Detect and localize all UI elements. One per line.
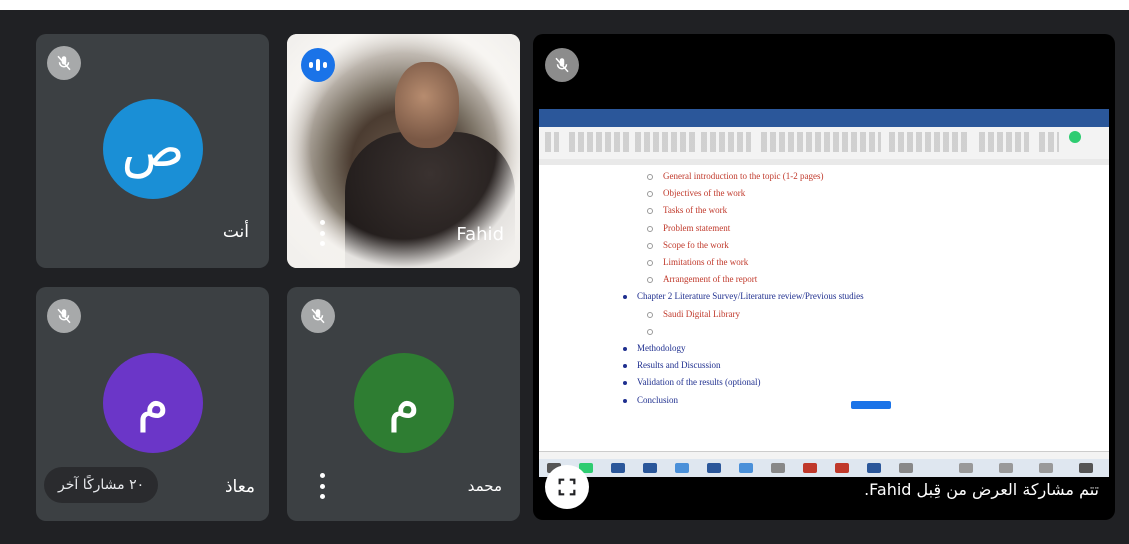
word-ribbon [539, 127, 1109, 160]
document-line-text: Methodology [637, 343, 686, 353]
document-line: Conclusion [623, 395, 678, 405]
document-line: Tasks of the work [647, 205, 727, 215]
document-line: General introduction to the topic (1-2 p… [647, 171, 823, 181]
document-line-text: Arrangement of the report [663, 274, 758, 285]
participant-tile-mohammed[interactable]: م محمد [287, 287, 520, 521]
document-line-text: Conclusion [637, 394, 679, 405]
top-edge [0, 0, 1129, 10]
document-page: General introduction to the topic (1-2 p… [549, 165, 1089, 451]
participant-tile-muadh[interactable]: م ٢٠ مشاركًا آخر معاذ [36, 287, 269, 521]
presentation-caption: تتم مشاركة العرض من قِبل Fahid. [864, 480, 1099, 499]
bullet-icon [647, 277, 653, 284]
mic-off-icon [47, 299, 81, 333]
participant-tile-fahid[interactable]: Fahid [287, 34, 520, 268]
document-line-text: General introduction to the topic (1-2 p… [663, 171, 824, 181]
document-line: Chapter 2 Literature Survey/Literature r… [623, 291, 864, 301]
mic-off-icon [301, 299, 335, 333]
word-title-bar [539, 109, 1109, 119]
document-line [647, 326, 663, 336]
other-participants-pill[interactable]: ٢٠ مشاركًا آخر [44, 467, 159, 503]
more-options-icon[interactable] [317, 473, 327, 499]
bullet-icon [623, 295, 627, 300]
shared-screen: General introduction to the topic (1-2 p… [539, 109, 1109, 477]
document-line: Validation of the results (optional) [623, 377, 760, 387]
mic-off-icon [545, 48, 579, 82]
bullet-icon [647, 311, 653, 318]
avatar-muadh: م [103, 353, 203, 453]
bullet-icon [647, 259, 653, 266]
bullet-icon [647, 208, 653, 215]
participant-name-self: أنت [222, 222, 249, 242]
document-line: Methodology [623, 343, 686, 353]
participant-name-mohammed: محمد [467, 477, 502, 495]
mic-off-icon [47, 46, 81, 80]
windows-taskbar [539, 459, 1109, 477]
document-line-text: Saudi Digital Library [663, 308, 740, 319]
bullet-icon [623, 364, 627, 369]
more-options-icon[interactable] [317, 220, 327, 246]
bullet-icon [647, 242, 653, 249]
document-line-text: Problem statement [663, 222, 731, 233]
document-line: Objectives of the work [647, 188, 745, 198]
document-line-text: Objectives of the work [663, 188, 746, 199]
bullet-icon [623, 381, 627, 386]
participant-name-muadh: معاذ [224, 477, 255, 497]
bullet-icon [647, 225, 653, 232]
fullscreen-button[interactable] [545, 465, 589, 509]
document-line: Scope fo the work [647, 240, 729, 250]
stop-sharing-button [851, 401, 891, 409]
presentation-tile[interactable]: General introduction to the topic (1-2 p… [533, 34, 1115, 520]
document-line: Limitations of the work [647, 257, 748, 267]
document-line-text: Scope fo the work [663, 239, 729, 250]
bullet-icon [623, 398, 627, 403]
participant-tile-self[interactable]: ص أنت [36, 34, 269, 268]
participant-name-fahid: Fahid [456, 224, 504, 245]
document-line-text: Tasks of the work [663, 205, 728, 216]
bullet-icon [647, 328, 653, 335]
avatar-self: ص [103, 99, 203, 199]
avatar-mohammed: م [354, 353, 454, 453]
document-line-text: Validation of the results (optional) [637, 377, 761, 388]
document-line-text: Chapter 2 Literature Survey/Literature r… [637, 291, 864, 302]
bullet-icon [647, 173, 653, 180]
bullet-icon [647, 191, 653, 198]
document-line-text: Results and Discussion [637, 360, 721, 371]
fullscreen-icon [558, 478, 576, 496]
document-line: Results and Discussion [623, 360, 721, 370]
document-line: Problem statement [647, 223, 730, 233]
bullet-icon [623, 346, 627, 351]
document-line: Arrangement of the report [647, 274, 757, 284]
speaking-indicator-icon [301, 48, 335, 82]
word-ribbon-tabs [539, 119, 1109, 127]
document-line-text: Limitations of the work [663, 257, 749, 267]
document-line: Saudi Digital Library [647, 309, 740, 319]
